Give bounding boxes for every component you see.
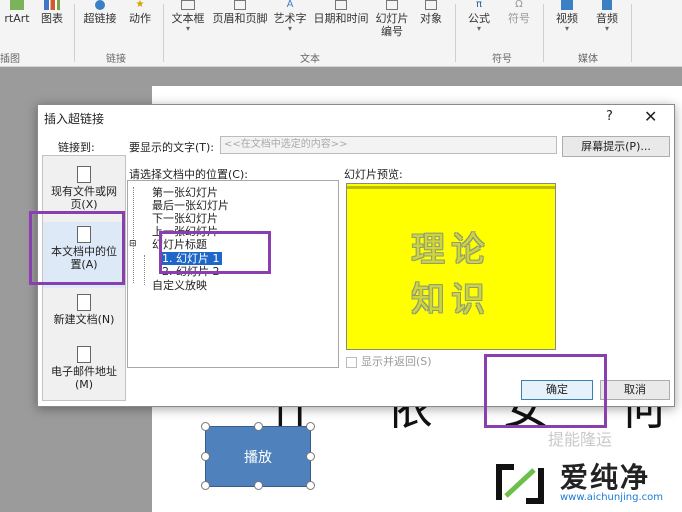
tree-item-first-slide[interactable]: 第一张幻灯片 xyxy=(152,186,218,199)
chevron-down-icon: ▾ xyxy=(604,24,609,33)
logo-name: 爱纯净 xyxy=(560,461,651,494)
tree-item-last-slide[interactable]: 最后一张幻灯片 xyxy=(152,199,229,212)
annotation-box-tree-item xyxy=(159,231,271,274)
speaker-icon xyxy=(602,0,612,10)
header-footer-icon xyxy=(234,0,246,10)
resize-handle[interactable] xyxy=(201,422,210,431)
chart-button[interactable]: 图表 xyxy=(36,0,68,50)
document-place-tree[interactable]: 第一张幻灯片 最后一张幻灯片 下一张幻灯片 上一张幻灯片 ⊟ 幻灯片标题 1. … xyxy=(127,180,339,368)
audio-button[interactable]: 音频 ▾ xyxy=(590,0,624,50)
wordart-button[interactable]: A 艺术字 ▾ xyxy=(272,0,308,50)
close-button[interactable]: ✕ xyxy=(644,107,657,126)
tree-item-next-slide[interactable]: 下一张幻灯片 xyxy=(152,212,218,225)
ribbon: rtArt 图表 超链接 ★ 动作 文本框 ▾ 页眉和页脚 A 艺术字 ▾ 日期… xyxy=(0,0,682,67)
video-button[interactable]: 视频 ▾ xyxy=(550,0,584,50)
screentip-button[interactable]: 屏幕提示(P)... xyxy=(562,136,670,157)
smartart-button[interactable]: rtArt xyxy=(0,0,34,50)
logo-url: www.aichunjing.com xyxy=(560,492,663,503)
annotation-box-ok xyxy=(484,354,607,428)
link-to-label: 链接到: xyxy=(58,141,95,154)
new-document-icon xyxy=(77,294,91,311)
equation-button[interactable]: π 公式 ▾ xyxy=(462,0,496,50)
slide-preview-label: 幻灯片预览: xyxy=(344,168,403,181)
star-icon: ★ xyxy=(135,0,145,10)
chart-icon xyxy=(44,0,60,10)
symbol-button[interactable]: Ω 符号 xyxy=(502,0,536,50)
link-existing-file[interactable]: 现有文件或网 页(X) xyxy=(43,166,125,211)
link-email-address[interactable]: 电子邮件地址 (M) xyxy=(43,346,125,391)
group-label-links: 链接 xyxy=(106,54,126,65)
object-icon xyxy=(425,0,437,10)
dialog-title: 插入超链接 xyxy=(44,112,105,126)
group-label-illustrations: 插图 xyxy=(0,54,20,65)
display-text-label: 要显示的文字(T): xyxy=(129,141,215,154)
link-new-document[interactable]: 新建文档(N) xyxy=(43,294,125,326)
resize-handle[interactable] xyxy=(201,452,210,461)
resize-handle[interactable] xyxy=(254,422,263,431)
video-icon xyxy=(561,0,573,10)
annotation-box-link-bar xyxy=(29,211,125,285)
slide-preview: 理论 知识 xyxy=(346,183,556,350)
textbox-button[interactable]: 文本框 ▾ xyxy=(168,0,208,50)
chevron-down-icon: ▾ xyxy=(476,24,481,33)
resize-handle[interactable] xyxy=(201,481,210,490)
chevron-down-icon: ▾ xyxy=(564,24,569,33)
action-button[interactable]: ★ 动作 xyxy=(124,0,156,50)
textbox-icon xyxy=(181,0,195,10)
resize-handle[interactable] xyxy=(254,481,263,490)
slide-number-icon xyxy=(386,0,398,10)
group-label-media: 媒体 xyxy=(578,54,598,65)
help-button[interactable]: ? xyxy=(606,109,613,124)
preview-line-1: 理论 xyxy=(411,230,491,270)
slide-number-button[interactable]: 幻灯片 编号 xyxy=(374,0,410,50)
wordart-icon: A xyxy=(286,0,294,10)
object-button[interactable]: 对象 xyxy=(414,0,448,50)
watermark-text: 提能隆运 xyxy=(548,430,613,449)
resize-handle[interactable] xyxy=(306,481,315,490)
group-label-symbols: 符号 xyxy=(492,54,512,65)
chevron-down-icon: ▾ xyxy=(287,24,292,33)
chevron-down-icon: ▾ xyxy=(185,24,190,33)
datetime-button[interactable]: 日期和时间 xyxy=(310,0,372,50)
play-shape[interactable]: 播放 xyxy=(205,426,311,487)
globe-link-icon xyxy=(95,0,105,10)
checkbox-box[interactable] xyxy=(346,356,357,368)
calendar-icon xyxy=(335,0,347,10)
group-label-text: 文本 xyxy=(300,54,320,65)
email-icon xyxy=(77,346,91,363)
header-footer-button[interactable]: 页眉和页脚 xyxy=(210,0,270,50)
cancel-button[interactable]: 取消 xyxy=(600,380,670,400)
resize-handle[interactable] xyxy=(306,422,315,431)
resize-handle[interactable] xyxy=(306,452,315,461)
tree-item-custom-shows[interactable]: 自定义放映 xyxy=(152,279,207,292)
hyperlink-button[interactable]: 超链接 xyxy=(80,0,120,50)
preview-line-2: 知识 xyxy=(411,280,491,320)
omega-icon: Ω xyxy=(515,0,523,10)
show-and-return-checkbox[interactable]: 显示并返回(S) xyxy=(346,353,432,369)
collapse-icon[interactable]: ⊟ xyxy=(129,238,137,251)
smartart-icon xyxy=(10,0,24,10)
display-text-input[interactable]: <<在文档中选定的内容>> xyxy=(220,136,557,154)
pi-icon: π xyxy=(475,0,483,10)
web-page-icon xyxy=(77,166,91,183)
